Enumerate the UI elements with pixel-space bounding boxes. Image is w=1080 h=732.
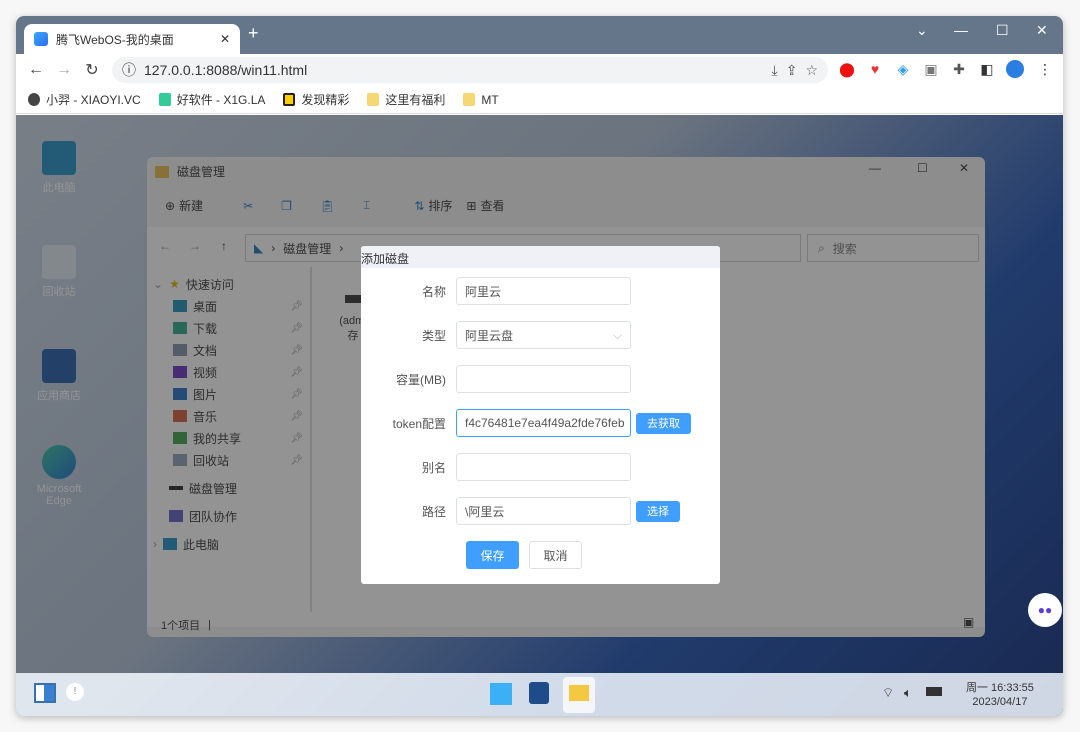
token-label: token配置: [392, 416, 446, 431]
info-icon[interactable]: !: [66, 683, 84, 701]
name-value: 阿里云: [465, 284, 502, 299]
save-button[interactable]: 保存: [466, 541, 519, 569]
path-label: 路径: [421, 504, 446, 519]
tab-bar: 腾飞WebOS-我的桌面 ✕ + ⌄ — ☐ ✕: [16, 16, 1063, 54]
close-window-button[interactable]: ✕: [1036, 22, 1048, 39]
install-icon[interactable]: ⤓: [772, 62, 778, 79]
cancel-button[interactable]: 取消: [529, 541, 582, 569]
capacity-input[interactable]: [456, 365, 631, 393]
profile-avatar[interactable]: [1006, 60, 1024, 78]
folder-icon: [463, 93, 476, 106]
time: 周一 16:33:55: [966, 682, 1034, 694]
browser-window: 腾飞WebOS-我的桌面 ✕ + ⌄ — ☐ ✕ ← → ↻ ⓘ 127.0.0…: [16, 16, 1063, 716]
reload-button[interactable]: ↻: [78, 60, 106, 80]
minimize-button[interactable]: —: [954, 22, 968, 38]
bookmark-item[interactable]: 好软件 - X1G.LA: [158, 91, 266, 108]
clock[interactable]: 周一 16:33:55 2023/04/17: [966, 681, 1034, 709]
token-row: token配置 f4c76481e7ea4f49a2fde76feb 去获取: [361, 409, 720, 437]
path-value: \阿里云: [465, 504, 505, 519]
side-panel-icon[interactable]: ◧: [978, 60, 996, 78]
bookmark-star-icon[interactable]: ☆: [805, 62, 818, 79]
share-icon[interactable]: ⇪: [786, 62, 798, 79]
volume-icon[interactable]: 🔈︎: [904, 685, 912, 701]
desktop: 此电脑 回收站 应用商店 Microsoft Edge 磁盘管理 — ☐ ✕ ⊕…: [16, 115, 1063, 716]
folder-icon: [569, 685, 589, 701]
back-button[interactable]: ←: [22, 61, 50, 79]
token-value: f4c76481e7ea4f49a2fde76feb: [465, 416, 625, 430]
tab-title: 腾飞WebOS-我的桌面: [56, 32, 174, 47]
explorer-taskbar-button[interactable]: [563, 677, 595, 713]
extensions-puzzle-icon[interactable]: ✚: [950, 60, 968, 78]
app-icon: [158, 93, 171, 106]
logo-icon: [283, 93, 296, 106]
site-icon: [34, 32, 48, 46]
tab-active[interactable]: 腾飞WebOS-我的桌面 ✕: [24, 24, 240, 54]
alias-row: 别名: [361, 453, 720, 481]
bookmark-label: 小羿 - XIAOYI.VC: [46, 93, 141, 107]
close-tab-icon[interactable]: ✕: [220, 32, 230, 46]
tab-search-icon[interactable]: ⌄: [916, 22, 928, 39]
type-value: 阿里云盘: [465, 328, 514, 343]
chevron-down-icon: ⌵: [612, 327, 622, 342]
layers-extension-icon[interactable]: ◈: [894, 60, 912, 78]
bookmark-label: 发现精彩: [301, 93, 350, 107]
store-icon[interactable]: [529, 682, 549, 704]
bookmark-folder[interactable]: 这里有福利: [367, 91, 445, 108]
start-icon[interactable]: [490, 683, 512, 705]
info-icon: ⓘ: [122, 62, 136, 78]
forward-button[interactable]: →: [50, 61, 78, 79]
type-row: 类型 阿里云盘 ⌵: [361, 321, 720, 349]
date: 2023/04/17: [972, 696, 1028, 708]
alias-input[interactable]: [456, 453, 631, 481]
bookmark-item[interactable]: 小羿 - XIAOYI.VC: [28, 91, 141, 108]
add-disk-dialog: 添加磁盘 名称 阿里云 类型 阿里云盘 ⌵ 容量(MB) token配置 f4c7648…: [361, 246, 720, 584]
maximize-button[interactable]: ☐: [996, 22, 1009, 39]
bookmark-label: 这里有福利: [385, 93, 446, 107]
assistant-bubble-icon[interactable]: ●●: [1028, 593, 1062, 627]
battery-icon[interactable]: [926, 687, 942, 696]
capacity-row: 容量(MB): [361, 365, 720, 393]
path-input[interactable]: \阿里云: [456, 497, 631, 525]
name-row: 名称 阿里云: [361, 277, 720, 305]
bookmarks-bar: 小羿 - XIAOYI.VC 好软件 - X1G.LA 发现精彩 这里有福利 M…: [16, 86, 1063, 114]
browser-toolbar: ← → ↻ ⓘ 127.0.0.1:8088/win11.html ⤓ ⇪ ☆ …: [16, 54, 1063, 86]
type-label: 类型: [421, 328, 446, 343]
menu-icon[interactable]: ⋮: [1036, 60, 1054, 78]
opera-extension-icon[interactable]: ⬤: [838, 60, 856, 78]
bookmark-item[interactable]: 发现精彩: [283, 91, 349, 108]
name-input[interactable]: 阿里云: [456, 277, 631, 305]
type-select[interactable]: 阿里云盘 ⌵: [456, 321, 631, 349]
alias-label: 别名: [421, 460, 446, 475]
note-extension-icon[interactable]: ▣: [922, 60, 940, 78]
taskbar: ! ⌔ 🔈︎ 周一 16:33:55 2023/04/17: [16, 673, 1063, 716]
name-label: 名称: [421, 284, 446, 299]
bookmark-label: MT: [481, 92, 499, 107]
path-row: 路径 \阿里云 选择: [361, 497, 720, 525]
avatar-icon: [28, 93, 40, 106]
dialog-title: 添加磁盘: [361, 246, 720, 268]
address-bar[interactable]: ⓘ 127.0.0.1:8088/win11.html ⤓ ⇪ ☆: [112, 57, 828, 83]
capacity-label: 容量(MB): [396, 372, 446, 387]
wifi-icon[interactable]: ⌔: [882, 685, 894, 701]
widgets-icon[interactable]: [34, 683, 56, 703]
token-input[interactable]: f4c76481e7ea4f49a2fde76feb: [456, 409, 631, 437]
heart-extension-icon[interactable]: ♥: [866, 60, 884, 78]
choose-path-button[interactable]: 选择: [636, 500, 680, 522]
get-token-button[interactable]: 去获取: [636, 412, 691, 434]
new-tab-button[interactable]: +: [248, 23, 259, 44]
bookmark-folder[interactable]: MT: [463, 92, 499, 107]
bookmark-label: 好软件 - X1G.LA: [176, 93, 266, 107]
folder-icon: [367, 93, 380, 106]
url-text: 127.0.0.1:8088/win11.html: [144, 62, 308, 78]
